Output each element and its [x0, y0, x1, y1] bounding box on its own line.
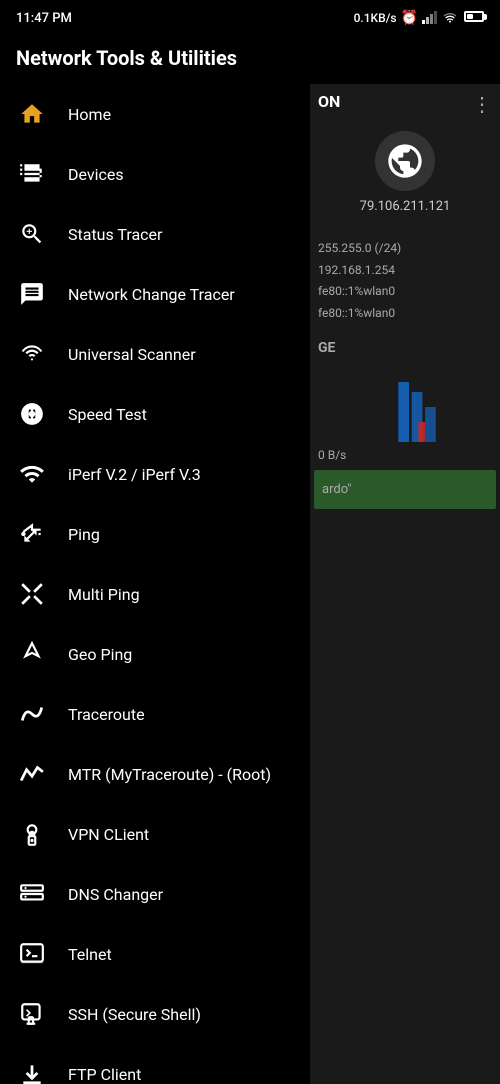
iperf-icon: [16, 458, 48, 490]
sidebar-label-ssh: SSH (Secure Shell): [68, 1005, 201, 1024]
geo-ping-icon: [16, 638, 48, 670]
sidebar-item-universal-scanner[interactable]: Universal Scanner: [0, 324, 310, 384]
sidebar-label-dns-changer: DNS Changer: [68, 885, 163, 904]
main-layout: Home Devices Status Tracer: [0, 84, 500, 1084]
sidebar: Home Devices Status Tracer: [0, 84, 310, 1084]
home-icon: [16, 98, 48, 130]
sidebar-label-multi-ping: Multi Ping: [68, 585, 140, 604]
sidebar-label-home: Home: [68, 105, 111, 124]
universal-scanner-icon: [16, 338, 48, 370]
sidebar-label-ftp-client: FTP Client: [68, 1065, 141, 1084]
vpn-icon: [16, 818, 48, 850]
network-detail-3: fe80::1%wlan0: [318, 303, 492, 325]
sidebar-item-vpn-client[interactable]: VPN CLient: [0, 804, 310, 864]
ftp-icon: [16, 1058, 48, 1084]
sidebar-item-network-change-tracer[interactable]: Network Change Tracer: [0, 264, 310, 324]
battery-icon: [462, 11, 484, 25]
status-tracer-icon: [16, 218, 48, 250]
network-details: 255.255.0 (/24) 192.168.1.254 fe80::1%wl…: [310, 230, 500, 332]
sidebar-label-traceroute: Traceroute: [68, 705, 145, 724]
status-icons: 0.1KB/s ⏰: [354, 10, 484, 27]
content-area: ⋮ ON 79.106.211.121 255.255.0 (/24) 192.…: [310, 84, 500, 1084]
sidebar-item-home[interactable]: Home: [0, 84, 310, 144]
sidebar-label-vpn-client: VPN CLient: [68, 825, 149, 844]
sidebar-item-geo-ping[interactable]: Geo Ping: [0, 624, 310, 684]
ip-panel: 79.106.211.121: [310, 115, 500, 230]
ge-label: GE: [310, 332, 500, 364]
overflow-menu-button[interactable]: ⋮: [472, 92, 492, 116]
devices-icon: [16, 158, 48, 190]
sidebar-item-multi-ping[interactable]: Multi Ping: [0, 564, 310, 624]
traceroute-icon: [16, 698, 48, 730]
status-time: 11:47 PM: [16, 11, 72, 26]
network-detail-2: fe80::1%wlan0: [318, 281, 492, 303]
dns-icon: [16, 878, 48, 910]
ip-address: 79.106.211.121: [360, 199, 451, 214]
alarm-icon: ⏰: [401, 10, 418, 26]
sidebar-item-devices[interactable]: Devices: [0, 144, 310, 204]
telnet-icon: [16, 938, 48, 970]
ssh-icon: [16, 998, 48, 1030]
network-detail-0: 255.255.0 (/24): [318, 238, 492, 260]
sidebar-item-dns-changer[interactable]: DNS Changer: [0, 864, 310, 924]
mtr-icon: [16, 758, 48, 790]
sidebar-item-status-tracer[interactable]: Status Tracer: [0, 204, 310, 264]
sidebar-item-ftp-client[interactable]: FTP Client: [0, 1044, 310, 1084]
ping-icon: [16, 518, 48, 550]
sidebar-label-ping: Ping: [68, 525, 100, 544]
sidebar-label-status-tracer: Status Tracer: [68, 225, 162, 244]
sidebar-label-telnet: Telnet: [68, 945, 112, 964]
multi-ping-icon: [16, 578, 48, 610]
speed-indicator: 0.1KB/s: [354, 11, 397, 25]
sidebar-label-mtr: MTR (MyTraceroute) - (Root): [68, 765, 271, 784]
speed-chart: [310, 364, 500, 444]
sidebar-item-telnet[interactable]: Telnet: [0, 924, 310, 984]
sidebar-label-iperf: iPerf V.2 / iPerf V.3: [68, 465, 201, 484]
sidebar-label-universal-scanner: Universal Scanner: [68, 345, 196, 364]
sidebar-label-speed-test: Speed Test: [68, 405, 147, 424]
sidebar-item-iperf[interactable]: iPerf V.2 / iPerf V.3: [0, 444, 310, 504]
app-header: Network Tools & Utilities: [0, 32, 500, 84]
sidebar-label-geo-ping: Geo Ping: [68, 645, 132, 664]
network-detail-1: 192.168.1.254: [318, 260, 492, 282]
sidebar-item-ping[interactable]: Ping: [0, 504, 310, 564]
wifi-icon: [442, 10, 458, 27]
sidebar-label-network-change-tracer: Network Change Tracer: [68, 285, 235, 304]
status-bar: 11:47 PM 0.1KB/s ⏰: [0, 0, 500, 32]
sidebar-label-devices: Devices: [68, 165, 124, 184]
app-title: Network Tools & Utilities: [16, 46, 237, 70]
signal-icon: [422, 10, 438, 27]
globe-icon: [375, 131, 435, 191]
sidebar-item-mtr[interactable]: MTR (MyTraceroute) - (Root): [0, 744, 310, 804]
speed-test-icon: [16, 398, 48, 430]
sidebar-item-speed-test[interactable]: Speed Test: [0, 384, 310, 444]
network-change-icon: [16, 278, 48, 310]
hostname-tag: ardo": [314, 470, 496, 509]
speed-value-label: 0 B/s: [310, 444, 500, 466]
sidebar-item-traceroute[interactable]: Traceroute: [0, 684, 310, 744]
sidebar-item-ssh[interactable]: SSH (Secure Shell): [0, 984, 310, 1044]
